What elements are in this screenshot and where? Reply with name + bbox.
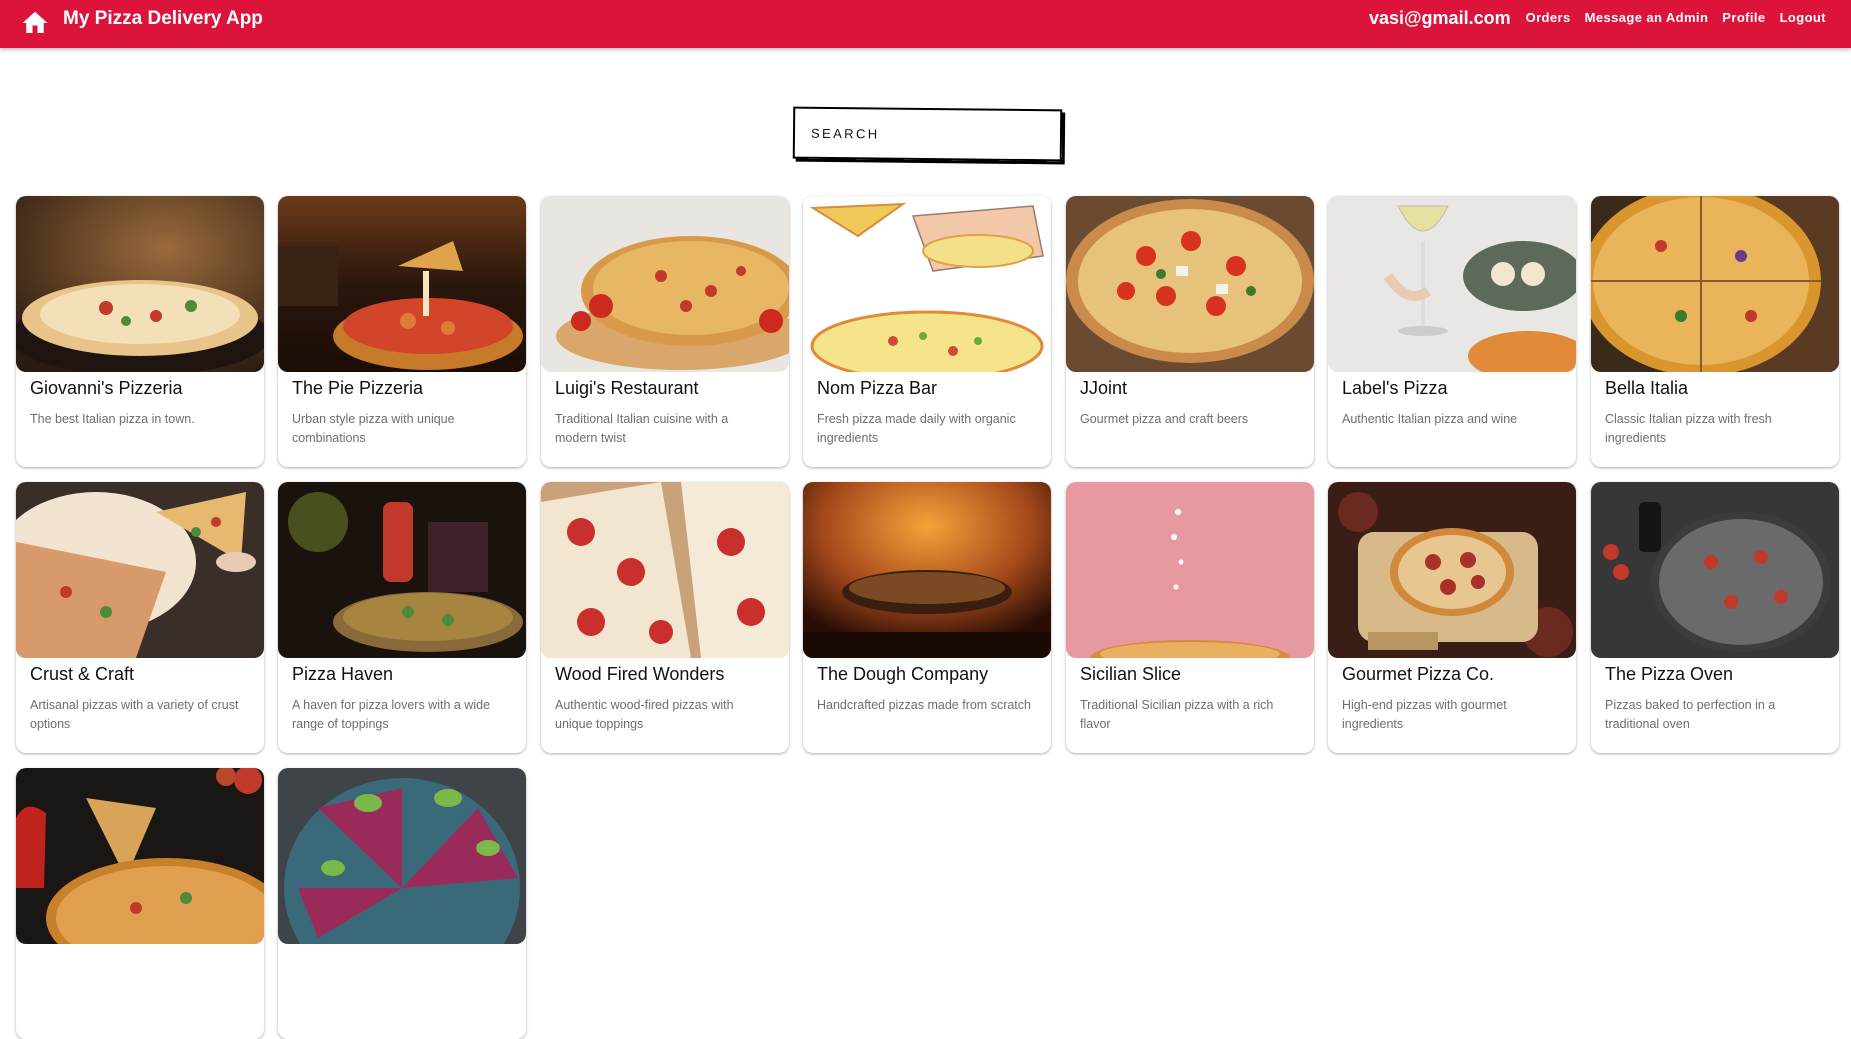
restaurant-description: Traditional Sicilian pizza with a rich f…	[1080, 698, 1274, 731]
restaurant-description: Pizzas baked to perfection in a traditio…	[1605, 698, 1776, 731]
restaurant-image	[1591, 482, 1839, 658]
home-icon	[22, 11, 48, 33]
restaurant-card[interactable]: Label's Pizza Authentic Italian pizza an…	[1328, 196, 1576, 467]
restaurant-name: Giovanni's Pizzeria	[30, 378, 183, 398]
restaurant-card[interactable]: Bella Italia Classic Italian pizza with …	[1591, 196, 1839, 467]
restaurant-name: Label's Pizza	[1342, 378, 1448, 398]
restaurant-image	[541, 482, 789, 658]
restaurant-image	[1328, 482, 1576, 658]
restaurant-card[interactable]	[16, 768, 264, 1039]
restaurant-image	[278, 768, 526, 944]
restaurant-name: Pizza Haven	[292, 664, 394, 684]
restaurant-card[interactable]: The Pizza Oven Pizzas baked to perfectio…	[1591, 482, 1839, 753]
restaurant-name: Crust & Craft	[30, 664, 135, 684]
restaurant-card[interactable]: The Pie Pizzeria Urban style pizza with …	[278, 196, 526, 467]
nav-orders[interactable]: Orders	[1519, 7, 1578, 29]
restaurant-name: Luigi's Restaurant	[555, 378, 699, 398]
restaurant-name: Sicilian Slice	[1080, 664, 1182, 684]
restaurant-image	[278, 196, 526, 372]
restaurant-card[interactable]: Luigi's Restaurant Traditional Italian c…	[541, 196, 789, 467]
search-input[interactable]	[794, 108, 1061, 160]
restaurant-card[interactable]	[278, 768, 526, 1039]
restaurant-image	[16, 768, 264, 944]
restaurant-description: Authentic Italian pizza and wine	[1342, 412, 1518, 426]
restaurant-description: Gourmet pizza and craft beers	[1080, 412, 1249, 426]
restaurant-image	[16, 196, 264, 372]
restaurant-name: Gourmet Pizza Co.	[1342, 664, 1495, 684]
restaurant-card[interactable]: Crust & Craft Artisanal pizzas with a va…	[16, 482, 264, 753]
restaurant-card[interactable]: JJoint Gourmet pizza and craft beers	[1066, 196, 1314, 467]
restaurant-description: Urban style pizza with unique combinatio…	[292, 412, 455, 445]
app-title: My Pizza Delivery App	[63, 8, 263, 29]
nav-profile[interactable]: Profile	[1715, 7, 1772, 29]
restaurant-description: The best Italian pizza in town.	[30, 412, 195, 426]
restaurant-image	[1066, 196, 1314, 372]
restaurant-name: The Pizza Oven	[1605, 664, 1734, 684]
restaurant-description: A haven for pizza lovers with a wide ran…	[292, 698, 491, 731]
restaurant-description: Handcrafted pizzas made from scratch	[817, 698, 1031, 712]
restaurant-image	[1591, 196, 1839, 372]
app-bar: My Pizza Delivery App vasi@gmail.com Ord…	[0, 0, 1851, 48]
restaurant-name: Wood Fired Wonders	[555, 664, 725, 684]
restaurant-name: Nom Pizza Bar	[817, 378, 938, 398]
restaurant-image	[541, 196, 789, 372]
nav-logout[interactable]: Logout	[1773, 7, 1833, 29]
nav-message-admin[interactable]: Message an Admin	[1578, 7, 1716, 29]
restaurant-description: Authentic wood-fired pizzas with unique …	[555, 698, 734, 731]
restaurant-card[interactable]: Gourmet Pizza Co. High-end pizzas with g…	[1328, 482, 1576, 753]
search-box	[792, 106, 1063, 162]
restaurant-name: The Dough Company	[817, 664, 989, 684]
restaurant-image	[1328, 196, 1576, 372]
restaurant-card[interactable]: Wood Fired Wonders Authentic wood-fired …	[541, 482, 789, 753]
top-nav: vasi@gmail.com Orders Message an Admin P…	[1369, 7, 1833, 29]
restaurant-image	[1066, 482, 1314, 658]
restaurant-name: The Pie Pizzeria	[292, 378, 424, 398]
restaurant-description: Traditional Italian cuisine with a moder…	[555, 412, 729, 445]
restaurant-card[interactable]: Sicilian Slice Traditional Sicilian pizz…	[1066, 482, 1314, 753]
user-email: vasi@gmail.com	[1368, 8, 1511, 28]
restaurant-card[interactable]: Nom Pizza Bar Fresh pizza made daily wit…	[803, 196, 1051, 467]
restaurant-description: High-end pizzas with gourmet ingredients	[1342, 698, 1507, 731]
restaurant-card[interactable]: Pizza Haven A haven for pizza lovers wit…	[278, 482, 526, 753]
restaurant-name: Bella Italia	[1605, 378, 1689, 398]
restaurant-card[interactable]: The Dough Company Handcrafted pizzas mad…	[803, 482, 1051, 753]
restaurant-description: Classic Italian pizza with fresh ingredi…	[1605, 412, 1772, 445]
restaurant-description: Artisanal pizzas with a variety of crust…	[30, 698, 239, 731]
restaurant-card[interactable]: Giovanni's Pizzeria The best Italian piz…	[16, 196, 264, 467]
restaurant-image	[803, 482, 1051, 658]
restaurant-image	[278, 482, 526, 658]
restaurant-image	[803, 196, 1051, 372]
home-button[interactable]	[20, 8, 50, 38]
restaurant-name: JJoint	[1080, 378, 1128, 398]
restaurant-image	[16, 482, 264, 658]
restaurant-description: Fresh pizza made daily with organic ingr…	[817, 412, 1016, 445]
